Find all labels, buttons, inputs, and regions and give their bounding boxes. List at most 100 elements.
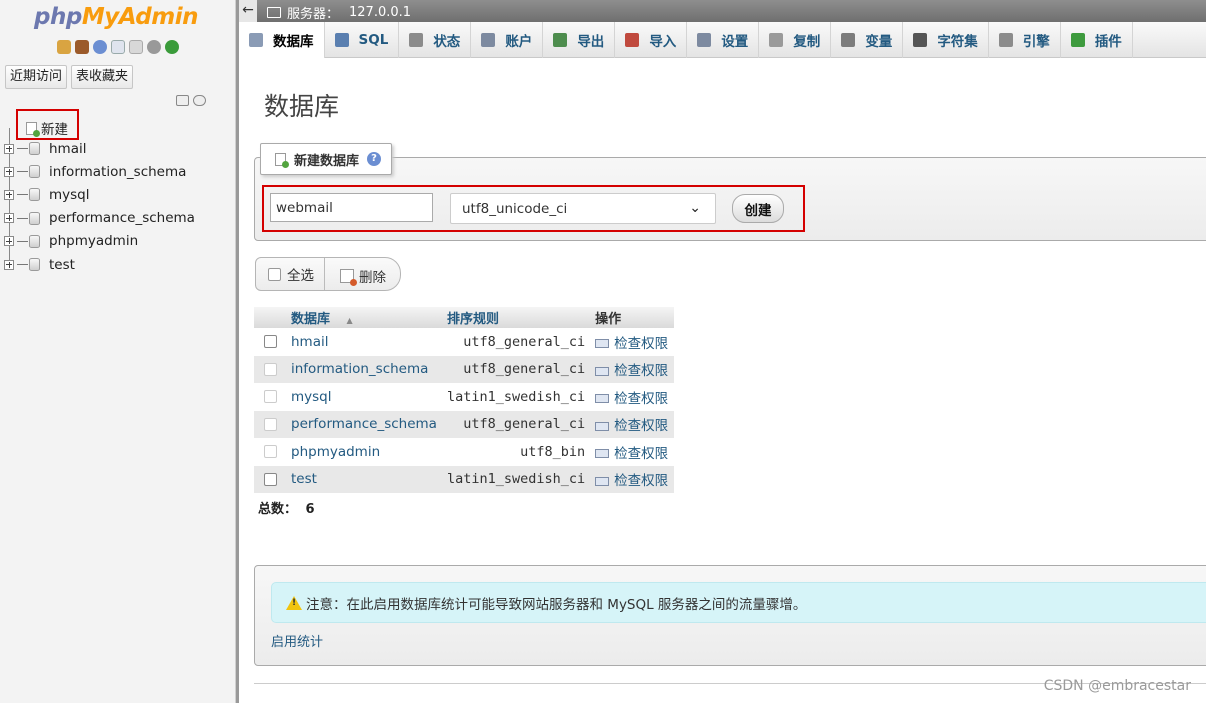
row-checkbox-disabled <box>263 445 277 459</box>
column-header-database[interactable]: 数据库 ▲ <box>286 307 442 328</box>
tab-engines[interactable]: 引擎 <box>989 22 1061 58</box>
docs-icon[interactable] <box>111 40 125 54</box>
tab-export[interactable]: 导出 <box>543 22 616 58</box>
tab-label: 变量 <box>865 34 893 50</box>
navigation-sidebar: phpMyAdmin 近期访问 表收藏夹 新建 hmail informatio… <box>0 0 236 703</box>
total-value: 6 <box>305 502 315 517</box>
statistics-notice: 注意：在此启用数据库统计可能导致网站服务器和 MySQL 服务器之间的流量骤增。 <box>271 582 1206 623</box>
tree-item-new[interactable]: 新建 <box>26 118 68 138</box>
tree-branch <box>17 240 28 242</box>
phpmyadmin-logo[interactable]: phpMyAdmin <box>34 4 198 30</box>
check-privileges-link[interactable]: 检查权限 <box>590 383 675 411</box>
tab-plugins[interactable]: 插件 <box>1061 22 1133 58</box>
select-all-label[interactable]: 全选 <box>287 264 314 284</box>
logout-icon[interactable] <box>75 40 89 54</box>
tab-variables[interactable]: 变量 <box>831 22 904 58</box>
enable-statistics-link[interactable]: 启用统计 <box>271 631 323 650</box>
import-icon <box>625 33 640 47</box>
expand-icon[interactable] <box>4 236 14 247</box>
tab-label: 插件 <box>1094 34 1122 50</box>
tree-branch <box>17 194 28 196</box>
database-link[interactable]: phpmyadmin <box>286 438 442 466</box>
tree-item-label: hmail <box>49 140 87 157</box>
row-checkbox-disabled <box>263 417 277 431</box>
privileges-icon <box>595 366 610 376</box>
help-icon[interactable] <box>93 40 107 54</box>
expand-icon[interactable] <box>4 143 14 154</box>
recent-button[interactable]: 近期访问 <box>5 65 68 89</box>
database-link[interactable]: test <box>286 465 442 493</box>
expand-icon[interactable] <box>4 259 14 270</box>
collation-select[interactable]: utf8_unicode_ci ⌄ <box>450 193 716 224</box>
export-icon <box>553 33 568 47</box>
total-count: 总数： 6 <box>258 498 315 517</box>
tab-charset[interactable]: 字符集 <box>903 22 989 58</box>
tree-branch <box>17 148 28 150</box>
check-privileges-link[interactable]: 检查权限 <box>590 465 675 493</box>
tab-replication[interactable]: 复制 <box>759 22 832 58</box>
table-row: mysql latin1_swedish_ci 检查权限 <box>254 383 675 411</box>
reload-icon[interactable] <box>165 40 179 54</box>
plugins-icon <box>1070 33 1085 47</box>
bulk-actions-bar: 全选 删除 <box>255 257 401 291</box>
collapse-sidebar-arrow-icon[interactable]: ← <box>239 0 257 22</box>
collapse-all-icon[interactable] <box>176 95 189 106</box>
privileges-icon <box>595 339 610 349</box>
server-label: 服务器： <box>287 7 340 22</box>
row-checkbox[interactable] <box>263 472 277 486</box>
mariadb-docs-icon[interactable] <box>129 40 143 54</box>
database-tree: hmail information_schema mysql performan… <box>4 137 234 276</box>
row-checkbox-disabled <box>263 390 277 404</box>
privileges-icon <box>595 476 610 486</box>
tree-item-mysql[interactable]: mysql <box>4 183 234 206</box>
create-database-legend-label: 新建数据库 <box>294 153 360 169</box>
database-link[interactable]: information_schema <box>286 355 442 383</box>
expand-icon[interactable] <box>4 189 14 200</box>
database-name-input[interactable] <box>270 193 433 222</box>
home-icon[interactable] <box>57 40 71 54</box>
create-button[interactable]: 创建 <box>732 194 784 223</box>
link-with-main-icon[interactable] <box>193 95 206 106</box>
tree-item-performance-schema[interactable]: performance_schema <box>4 207 234 230</box>
tab-sql[interactable]: SQL <box>325 22 400 58</box>
tree-item-test[interactable]: test <box>4 253 234 276</box>
privileges-icon <box>595 421 610 431</box>
breadcrumb-server[interactable]: 服务器： 127.0.0.1 <box>267 3 411 22</box>
tab-accounts[interactable]: 账户 <box>471 22 544 58</box>
favorites-button[interactable]: 表收藏夹 <box>71 65 134 89</box>
help-icon[interactable]: ? <box>367 152 382 166</box>
tab-label: 字符集 <box>937 34 978 50</box>
gear-icon[interactable] <box>147 40 161 54</box>
row-checkbox[interactable] <box>263 335 277 349</box>
tree-item-information-schema[interactable]: information_schema <box>4 160 234 183</box>
tree-item-label: performance_schema <box>49 210 195 227</box>
expand-icon[interactable] <box>4 166 14 177</box>
chevron-down-icon: ⌄ <box>689 200 701 216</box>
tab-settings[interactable]: 设置 <box>687 22 760 58</box>
table-row: information_schema utf8_general_ci 检查权限 <box>254 355 675 383</box>
sidebar-resizer[interactable] <box>236 0 239 703</box>
tree-item-label: information_schema <box>49 163 187 180</box>
tree-item-hmail[interactable]: hmail <box>4 137 234 160</box>
tree-item-phpmyadmin[interactable]: phpmyadmin <box>4 230 234 253</box>
database-link[interactable]: performance_schema <box>286 410 442 438</box>
tab-status[interactable]: 状态 <box>399 22 472 58</box>
database-link[interactable]: hmail <box>286 328 442 356</box>
expand-icon[interactable] <box>4 213 14 224</box>
select-all-checkbox[interactable] <box>268 267 281 281</box>
check-privileges-link[interactable]: 检查权限 <box>590 438 675 466</box>
tab-label: SQL <box>358 32 389 48</box>
notice-text: 注意：在此启用数据库统计可能导致网站服务器和 MySQL 服务器之间的流量骤增。 <box>306 596 807 613</box>
tab-databases[interactable]: 数据库 <box>239 22 325 58</box>
database-link[interactable]: mysql <box>286 383 442 411</box>
check-privileges-link[interactable]: 检查权限 <box>590 355 675 383</box>
column-header-collation[interactable]: 排序规则 <box>441 307 591 328</box>
check-privileges-link[interactable]: 检查权限 <box>590 410 675 438</box>
check-privileges-link[interactable]: 检查权限 <box>590 328 675 356</box>
tab-label: 设置 <box>721 34 749 50</box>
drop-button[interactable]: 删除 <box>340 266 386 286</box>
tab-import[interactable]: 导入 <box>615 22 688 58</box>
collation-cell: latin1_swedish_ci <box>441 383 591 411</box>
column-header-label: 数据库 <box>291 312 331 327</box>
accounts-icon <box>481 33 496 47</box>
